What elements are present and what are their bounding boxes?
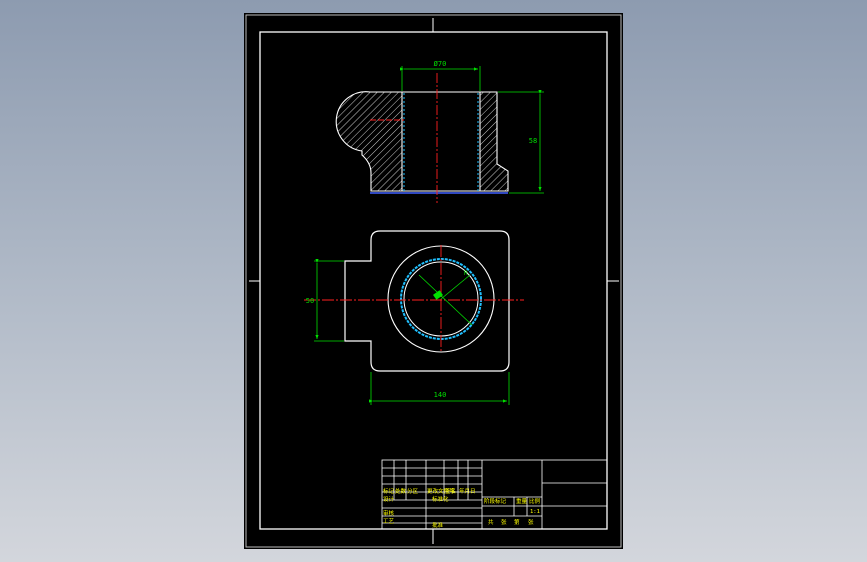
tb-sheet-number-suffix: 张 xyxy=(528,518,534,526)
tb-design: 设计 xyxy=(383,495,395,503)
tb-weight-label: 重量 xyxy=(516,497,528,505)
tb-count: 处数 xyxy=(395,487,407,495)
drawing-sheet: Ø70 58 R 50 140 标记 处数 分区 更改文件号 签名 年月日 设计… xyxy=(244,13,623,549)
tb-standardization: 标准化 xyxy=(432,495,449,503)
cad-drawing: Ø70 58 R 50 140 标记 处数 分区 更改文件号 签名 年月日 设计… xyxy=(244,13,623,549)
tb-process: 工艺 xyxy=(383,518,395,525)
tb-sheets-total-suffix: 张 xyxy=(501,518,507,526)
dim-side-width-label: 50 xyxy=(306,297,314,305)
tb-date: 年月日 xyxy=(459,487,476,495)
dim-overall-width-label: 140 xyxy=(434,391,447,399)
tb-scale-label: 比例 xyxy=(529,497,541,505)
tb-signature: 签名 xyxy=(445,487,456,495)
tb-scale-value: 1:1 xyxy=(530,509,540,515)
dim-radius-label: R xyxy=(464,270,468,277)
tb-approve: 批准 xyxy=(432,521,444,529)
tb-review: 审核 xyxy=(383,509,395,517)
tb-mark: 标记 xyxy=(383,487,395,495)
sheet-background xyxy=(244,13,623,549)
tb-stage-label: 阶段标记 xyxy=(484,497,507,505)
dim-bore-width-label: Ø70 xyxy=(434,60,447,68)
tb-zone: 分区 xyxy=(407,487,419,495)
tb-sheet-number-prefix: 第 xyxy=(514,518,520,526)
dim-height-label: 58 xyxy=(529,137,537,145)
tb-sheets-total-prefix: 共 xyxy=(488,518,494,526)
